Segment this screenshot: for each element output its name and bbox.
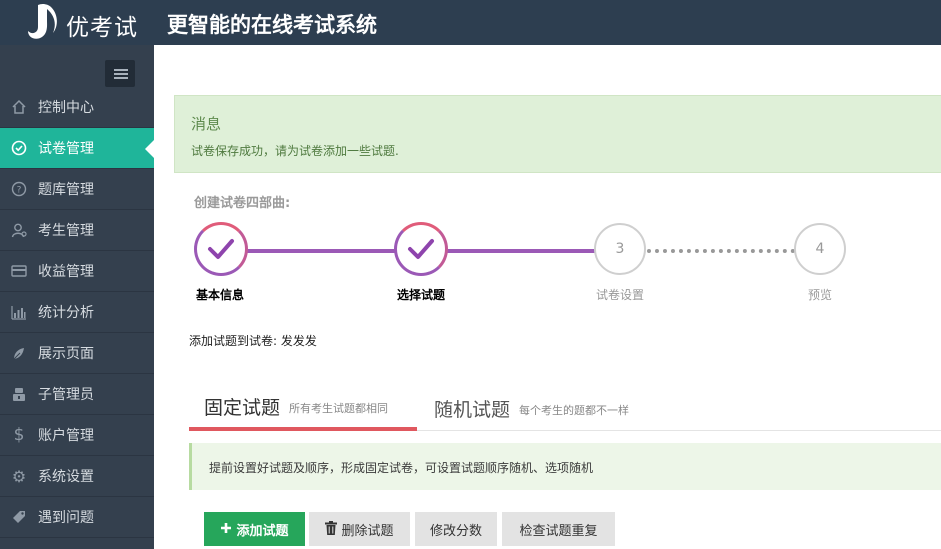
- credit-card-icon: [0, 263, 38, 279]
- menu-toggle-button[interactable]: [105, 60, 135, 87]
- add-question-button[interactable]: 添加试题: [204, 512, 305, 546]
- tab-label: 随机试题: [434, 398, 511, 421]
- edit-score-button[interactable]: 修改分数: [415, 512, 497, 546]
- logo-icon: [28, 3, 57, 39]
- sidebar-item-sub-admins[interactable]: 子管理员: [0, 374, 154, 415]
- fixed-questions-hint: 提前设置好试题及顺序，形成固定试卷，可设置试题顺序随机、选项随机: [189, 443, 941, 490]
- delete-question-button[interactable]: 删除试题: [309, 512, 410, 546]
- step-connector: [447, 249, 595, 253]
- step-3-label: 试卷设置: [595, 288, 644, 302]
- tab-random-questions[interactable]: 随机试题 每个考生的题都不一样: [419, 385, 679, 431]
- add-question-label: 添加试题: [236, 522, 289, 538]
- check-circle-icon: [0, 140, 38, 156]
- sidebar-item-label: 题库管理: [38, 182, 94, 198]
- leaf-icon: [0, 345, 38, 361]
- gear-icon: ⚙: [11, 466, 27, 486]
- checkmark-icon: [208, 239, 234, 259]
- plus-icon: [220, 522, 232, 537]
- check-duplicates-label: 检查试题重复: [519, 522, 598, 538]
- sidebar-item-label: 考生管理: [38, 223, 94, 239]
- checkmark-icon: [408, 239, 434, 259]
- sidebar-nav: 控制中心 试卷管理 ? 题库管理 考生管理 收益管理 统计分析 展示页面 子管理…: [0, 87, 154, 538]
- sidebar-item-label: 统计分析: [38, 305, 94, 321]
- sidebar-item-question-bank[interactable]: ? 题库管理: [0, 169, 154, 210]
- sidebar-item-papers[interactable]: 试卷管理: [0, 128, 154, 169]
- step-1-circle: [194, 222, 248, 276]
- question-circle-icon: ?: [0, 181, 38, 197]
- svg-text:?: ?: [17, 186, 22, 196]
- step-3-circle: 3: [594, 223, 646, 275]
- tab-label: 固定试题: [204, 396, 281, 419]
- admin-icon: [0, 386, 38, 402]
- sidebar-item-settings[interactable]: ⚙ 系统设置: [0, 456, 154, 497]
- sidebar-item-label: 控制中心: [38, 100, 94, 116]
- sidebar-item-account[interactable]: $ 账户管理: [0, 415, 154, 456]
- sidebar-item-label: 账户管理: [38, 428, 94, 444]
- alert-title: 消息: [191, 115, 222, 133]
- step-number: 4: [815, 241, 825, 257]
- step-4-label: 预览: [807, 288, 832, 302]
- success-alert: 消息 试卷保存成功，请为试卷添加一些试题.: [174, 95, 941, 173]
- brand-name: 优考试: [66, 15, 138, 41]
- step-1-label: 基本信息: [196, 288, 245, 302]
- tab-fixed-questions[interactable]: 固定试题 所有考生试题都相同: [189, 385, 417, 431]
- sidebar-item-examinees[interactable]: 考生管理: [0, 210, 154, 251]
- sidebar-item-display-page[interactable]: 展示页面: [0, 333, 154, 374]
- check-duplicates-button[interactable]: 检查试题重复: [502, 512, 615, 546]
- sidebar-item-dashboard[interactable]: 控制中心: [0, 87, 154, 128]
- step-connector: [647, 249, 795, 253]
- sidebar-item-label: 展示页面: [38, 346, 94, 362]
- alert-message: 试卷保存成功，请为试卷添加一些试题.: [191, 144, 399, 158]
- tab-description: 所有考生试题都相同: [289, 401, 389, 415]
- dollar-icon: $: [13, 425, 25, 445]
- tab-description: 每个考生的题都不一样: [519, 403, 630, 417]
- step-connector: [247, 249, 395, 253]
- delete-question-label: 删除试题: [341, 522, 394, 538]
- brand-slogan: 更智能的在线考试系统: [167, 13, 377, 37]
- edit-score-label: 修改分数: [429, 522, 482, 538]
- top-header: 优考试 更智能的在线考试系统: [0, 0, 941, 45]
- home-icon: [0, 99, 38, 115]
- sidebar-item-label: 试卷管理: [38, 141, 94, 157]
- trash-icon: [325, 520, 338, 538]
- step-2-label: 选择试题: [397, 288, 446, 302]
- step-4-circle: 4: [794, 223, 846, 275]
- tag-icon: [0, 509, 38, 525]
- user-icon: [0, 222, 38, 238]
- sidebar-item-label: 收益管理: [38, 264, 94, 280]
- question-type-tabs: 固定试题 所有考生试题都相同 随机试题 每个考生的题都不一样: [189, 385, 941, 431]
- bar-chart-icon: [0, 304, 38, 320]
- sidebar-item-statistics[interactable]: 统计分析: [0, 292, 154, 333]
- hint-text: 提前设置好试题及顺序，形成固定试卷，可设置试题顺序随机、选项随机: [209, 461, 594, 475]
- sidebar: 控制中心 试卷管理 ? 题库管理 考生管理 收益管理 统计分析 展示页面 子管理…: [0, 45, 154, 549]
- sidebar-item-revenue[interactable]: 收益管理: [0, 251, 154, 292]
- paper-info: 添加试题到试卷: 发发发: [189, 334, 317, 348]
- step-number: 3: [615, 241, 625, 257]
- main-content: 消息 试卷保存成功，请为试卷添加一些试题. 创建试卷四部曲: 3 4 基本信息 …: [154, 45, 941, 549]
- sidebar-item-help[interactable]: 遇到问题: [0, 497, 154, 538]
- step-2-circle: [394, 222, 448, 276]
- sidebar-item-label: 遇到问题: [38, 510, 94, 526]
- steps-title: 创建试卷四部曲:: [194, 196, 291, 211]
- sidebar-item-label: 子管理员: [38, 387, 94, 403]
- sidebar-item-label: 系统设置: [38, 469, 94, 485]
